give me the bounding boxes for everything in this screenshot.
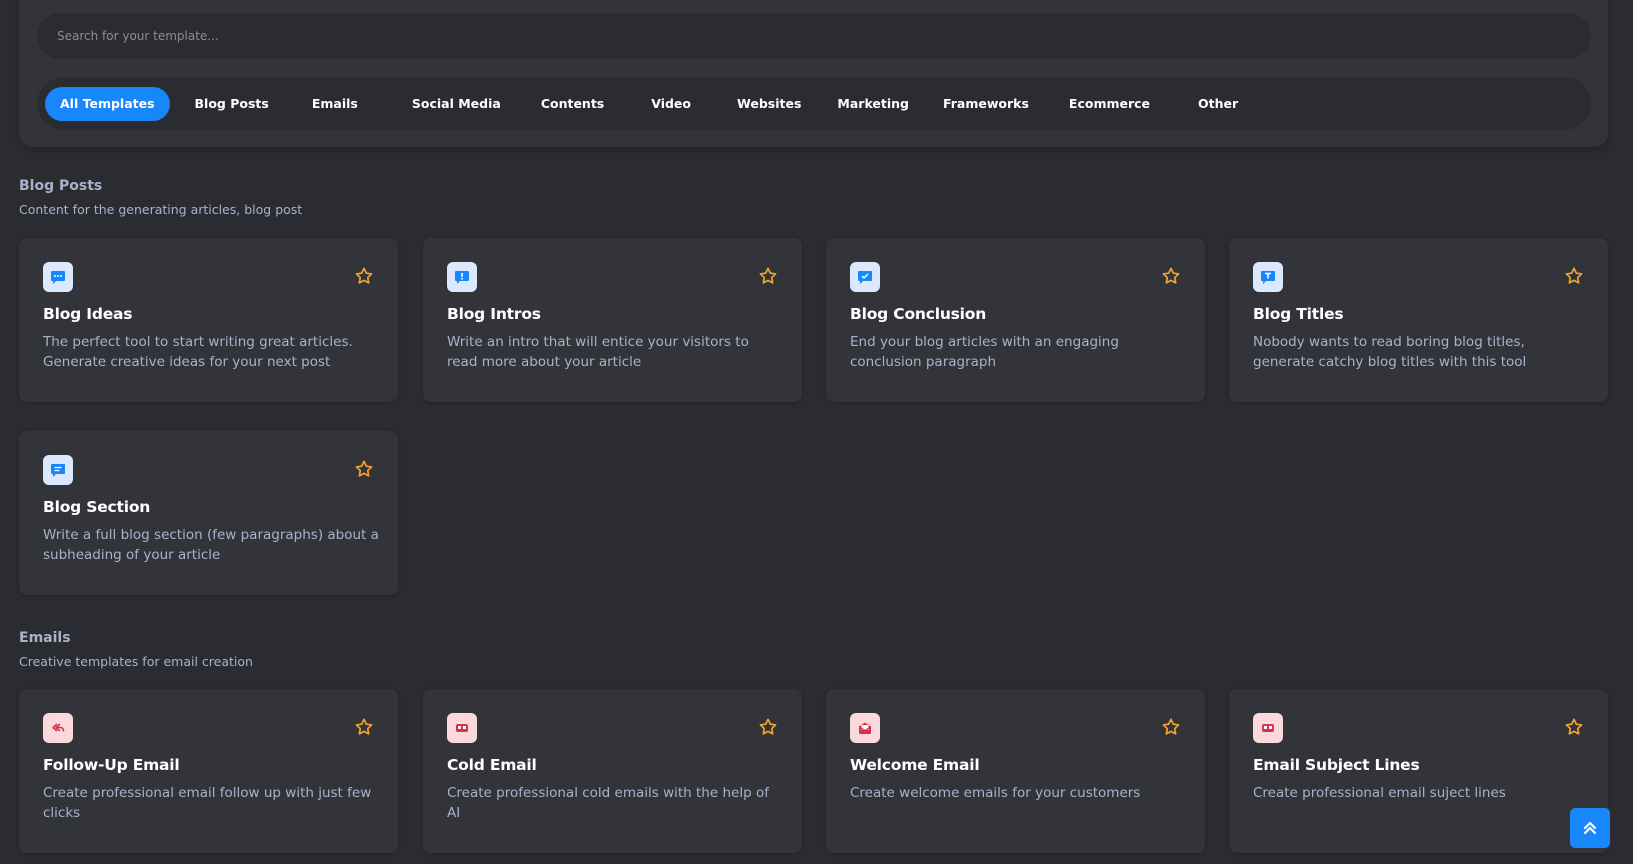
tab-frameworks[interactable]: Frameworks: [928, 87, 1044, 121]
star-icon[interactable]: [1161, 266, 1181, 286]
card-description: Write an intro that will entice your vis…: [447, 334, 749, 370]
category-tabs: All Templates Blog Posts Emails Social M…: [37, 77, 1591, 130]
templates-page: All Templates Blog Posts Emails Social M…: [0, 0, 1633, 864]
chat-exclamation-icon: [447, 262, 477, 292]
tab-websites[interactable]: Websites: [722, 87, 816, 121]
search-box[interactable]: [37, 13, 1591, 59]
card-title: Blog Conclusion: [850, 305, 987, 323]
star-icon[interactable]: [354, 459, 374, 479]
star-icon[interactable]: [1564, 266, 1584, 286]
template-card-email-subject-lines[interactable]: Email Subject Lines Create professional …: [1229, 689, 1608, 853]
filter-panel: All Templates Blog Posts Emails Social M…: [19, 0, 1608, 147]
star-icon[interactable]: [758, 717, 778, 737]
tab-marketing[interactable]: Marketing: [822, 87, 924, 121]
card-title: Blog Ideas: [43, 305, 133, 323]
card-description: The perfect tool to start writing great …: [43, 334, 353, 370]
star-icon[interactable]: [354, 717, 374, 737]
star-icon[interactable]: [354, 266, 374, 286]
section-subtitle-emails: Creative templates for email creation: [19, 654, 253, 669]
template-card-blog-intros[interactable]: Blog Intros Write an intro that will ent…: [423, 238, 802, 402]
chat-check-icon: [850, 262, 880, 292]
tab-ecommerce[interactable]: Ecommerce: [1054, 87, 1165, 121]
tab-other[interactable]: Other: [1183, 87, 1253, 121]
double-chevron-up-icon: [1583, 821, 1597, 835]
section-subtitle-blog-posts: Content for the generating articles, blo…: [19, 202, 303, 217]
template-card-blog-ideas[interactable]: Blog Ideas The perfect tool to start wri…: [19, 238, 398, 402]
card-description: End your blog articles with an engaging …: [850, 334, 1119, 370]
card-description: Create professional email follow up with…: [43, 785, 372, 821]
reply-all-icon: [43, 713, 73, 743]
template-card-welcome-email[interactable]: Welcome Email Create welcome emails for …: [826, 689, 1205, 853]
tab-blog-posts[interactable]: Blog Posts: [180, 87, 284, 121]
tab-video[interactable]: Video: [636, 87, 706, 121]
chat-lines-icon: [43, 455, 73, 485]
mailbox-icon: [447, 713, 477, 743]
scroll-to-top-button[interactable]: [1570, 808, 1610, 848]
envelope-open-icon: [850, 713, 880, 743]
card-title: Email Subject Lines: [1253, 756, 1420, 774]
tab-contents[interactable]: Contents: [526, 87, 619, 121]
search-input[interactable]: [57, 29, 1571, 43]
template-card-follow-up-email[interactable]: Follow-Up Email Create professional emai…: [19, 689, 398, 853]
star-icon[interactable]: [1161, 717, 1181, 737]
card-description: Create welcome emails for your customers: [850, 785, 1141, 801]
card-description: Create professional email suject lines: [1253, 785, 1506, 801]
section-title-emails: Emails: [19, 630, 71, 646]
card-description: Write a full blog section (few paragraph…: [43, 527, 379, 563]
tab-all-templates[interactable]: All Templates: [45, 86, 170, 121]
card-description: Create professional cold emails with the…: [447, 785, 769, 821]
template-card-cold-email[interactable]: Cold Email Create professional cold emai…: [423, 689, 802, 853]
tab-emails[interactable]: Emails: [297, 87, 373, 121]
star-icon[interactable]: [758, 266, 778, 286]
card-title: Follow-Up Email: [43, 756, 180, 774]
card-title: Blog Intros: [447, 305, 541, 323]
card-title: Blog Titles: [1253, 305, 1344, 323]
template-card-blog-conclusion[interactable]: Blog Conclusion End your blog articles w…: [826, 238, 1205, 402]
card-description: Nobody wants to read boring blog titles,…: [1253, 334, 1527, 370]
card-title: Welcome Email: [850, 756, 980, 774]
template-card-blog-section[interactable]: Blog Section Write a full blog section (…: [19, 431, 398, 595]
section-title-blog-posts: Blog Posts: [19, 178, 103, 194]
chat-text-icon: [1253, 262, 1283, 292]
template-card-blog-titles[interactable]: Blog Titles Nobody wants to read boring …: [1229, 238, 1608, 402]
chat-dots-icon: [43, 262, 73, 292]
tab-social-media[interactable]: Social Media: [397, 87, 516, 121]
mailbox-icon: [1253, 713, 1283, 743]
card-title: Cold Email: [447, 756, 537, 774]
card-title: Blog Section: [43, 498, 151, 516]
star-icon[interactable]: [1564, 717, 1584, 737]
